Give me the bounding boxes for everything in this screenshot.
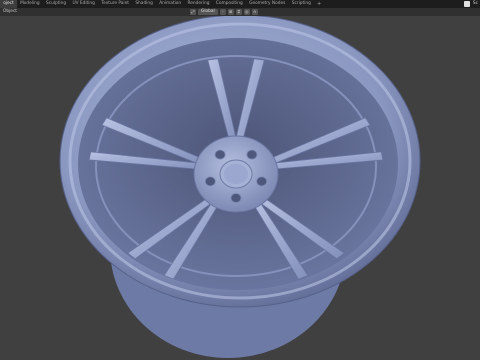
lug-hole [204, 176, 216, 187]
lug-hole [230, 193, 242, 203]
snap-icon[interactable]: ⊞ [227, 9, 234, 15]
lug-hole [246, 149, 258, 160]
proportional-falloff-icon[interactable]: ∩ [251, 9, 258, 15]
tab-object[interactable]: oject [0, 0, 17, 8]
proportional-edit-icon[interactable]: ◎ [243, 9, 250, 15]
transform-orientation-icon[interactable]: ⤢ [190, 9, 196, 15]
scene-label: Sc [472, 1, 478, 6]
viewport-3d[interactable] [0, 16, 480, 360]
scene-icon [463, 1, 470, 7]
mode-label[interactable]: Object [3, 8, 17, 16]
tab-texture-paint[interactable]: Texture Paint [98, 0, 132, 8]
tab-animation[interactable]: Animation [156, 0, 184, 8]
lug-hole [256, 176, 268, 187]
scene-selector[interactable]: Sc [463, 0, 480, 8]
wheel-model[interactable] [59, 16, 421, 358]
transform-orientation-dropdown[interactable]: Global [198, 9, 218, 15]
tab-scripting[interactable]: Scripting [289, 0, 314, 8]
add-workspace-button[interactable]: + [314, 0, 324, 8]
workspace-tabbar: oject Modeling Sculpting UV Editing Text… [0, 0, 480, 8]
tab-sculpting[interactable]: Sculpting [43, 0, 69, 8]
tab-rendering[interactable]: Rendering [184, 0, 212, 8]
tab-uv-editing[interactable]: UV Editing [69, 0, 98, 8]
tab-modeling[interactable]: Modeling [17, 0, 43, 8]
lug-hole [214, 149, 226, 160]
tab-compositing[interactable]: Compositing [213, 0, 246, 8]
transform-tools: ⤢ Global ◦ ⊞ ⌗ ◎ ∩ [190, 9, 258, 15]
tab-geometry-nodes[interactable]: Geometry Nodes [246, 0, 289, 8]
viewport-header: Object ⤢ Global ◦ ⊞ ⌗ ◎ ∩ [0, 8, 480, 16]
center-cap-inner [224, 164, 248, 184]
pivot-point-icon[interactable]: ◦ [219, 9, 226, 15]
snap-target-icon[interactable]: ⌗ [235, 9, 242, 15]
tab-shading[interactable]: Shading [132, 0, 156, 8]
blender-window: oject Modeling Sculpting UV Editing Text… [0, 0, 480, 360]
